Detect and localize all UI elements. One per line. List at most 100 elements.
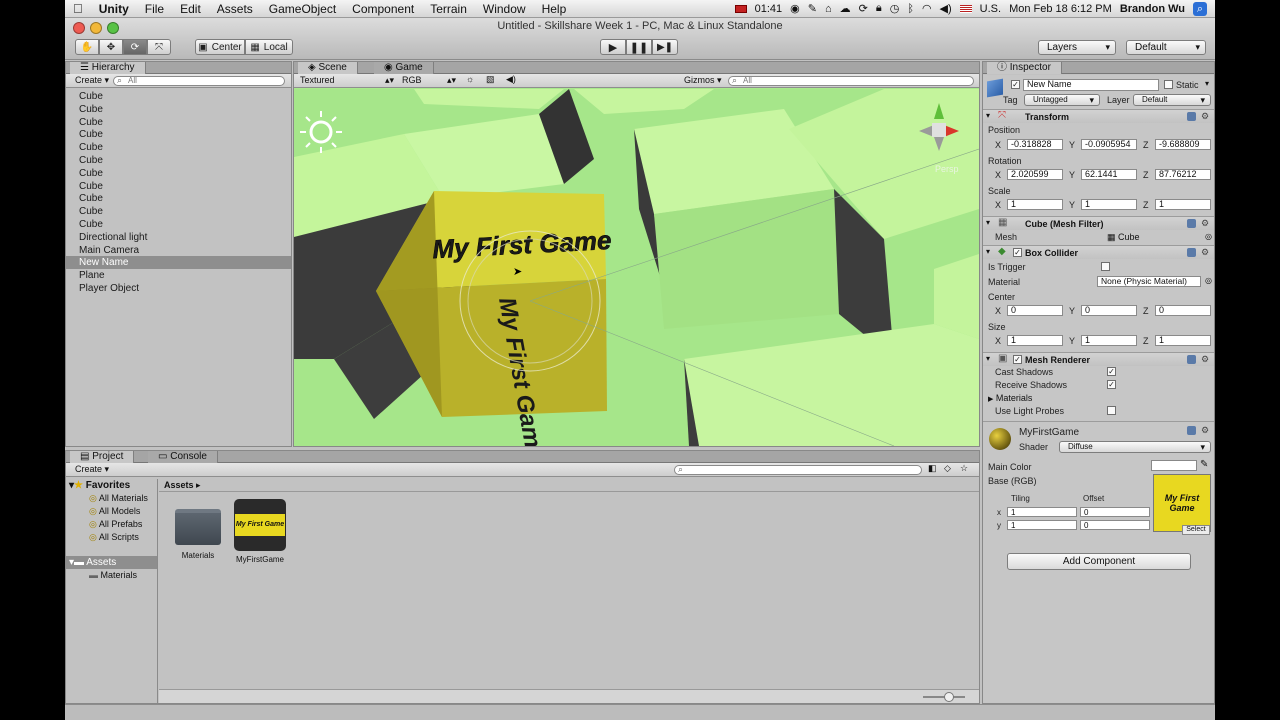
volume-icon[interactable]: ◀︎) [940, 2, 952, 15]
menu-help[interactable]: Help [534, 2, 575, 16]
gear-icon[interactable]: ⚙ [1201, 111, 1209, 122]
scale-y-field[interactable]: 1 [1081, 199, 1137, 210]
position-z-field[interactable]: -9.688809 [1155, 139, 1211, 150]
hierarchy-item[interactable]: Main Camera [66, 244, 291, 257]
hierarchy-item[interactable]: Cube [66, 167, 291, 180]
spotlight-icon[interactable]: ⌕ [1193, 1, 1207, 16]
home-icon[interactable]: ⌂ [825, 3, 832, 15]
input-locale[interactable]: U.S. [980, 3, 1001, 15]
tiling-y-field[interactable]: 1 [1007, 520, 1077, 530]
tab-console[interactable]: ▭ Console [148, 451, 218, 463]
help-icon[interactable] [1187, 248, 1196, 257]
rotate-tool-button[interactable]: ⟳ [123, 39, 147, 55]
scale-tool-button[interactable]: ⤧ [147, 39, 171, 55]
tiling-x-field[interactable]: 1 [1007, 507, 1077, 517]
filter-label-icon[interactable]: ◇ [944, 463, 951, 474]
project-search-input[interactable] [674, 465, 922, 475]
position-x-field[interactable]: -0.318828 [1007, 139, 1063, 150]
menu-gameobject[interactable]: GameObject [261, 2, 344, 16]
box-collider-enabled-checkbox[interactable]: ✓ [1013, 248, 1022, 257]
hand-tool-button[interactable]: ✋ [75, 39, 99, 55]
center-y-field[interactable]: 0 [1081, 305, 1137, 316]
pivot-local-button[interactable]: ▦ Local [245, 39, 293, 55]
fav-all-models[interactable]: ◎ All Models [89, 506, 140, 517]
hierarchy-item[interactable]: Cube [66, 218, 291, 231]
materials-foldout[interactable]: ▶ Materials [988, 393, 1032, 403]
save-search-icon[interactable]: ☆ [960, 463, 968, 474]
assets-materials-item[interactable]: ▬ Materials [89, 570, 137, 580]
hierarchy-search-input[interactable]: All [113, 76, 285, 86]
gear-icon[interactable]: ⚙ [1201, 354, 1209, 365]
main-color-swatch[interactable] [1151, 460, 1197, 471]
assets-root-item[interactable]: ▾▬ Assets [66, 556, 157, 569]
tab-scene[interactable]: ◈ Scene [298, 62, 358, 74]
transform-header[interactable]: ▾ ⤧ Transform ⚙ [983, 109, 1214, 123]
hierarchy-item[interactable]: Cube [66, 141, 291, 154]
offset-y-field[interactable]: 0 [1080, 520, 1150, 530]
hierarchy-item[interactable]: Cube [66, 205, 291, 218]
project-create-button[interactable]: Create ▾ [75, 464, 109, 475]
size-y-field[interactable]: 1 [1081, 335, 1137, 346]
sync-icon[interactable]: ⟳ [859, 2, 868, 15]
hierarchy-item[interactable]: Cube [66, 116, 291, 129]
hierarchy-item[interactable]: Cube [66, 180, 291, 193]
rotation-z-field[interactable]: 87.76212 [1155, 169, 1211, 180]
help-icon[interactable] [1187, 112, 1196, 121]
color-mode-dropdown[interactable]: RGB ▴▾ [402, 75, 456, 85]
layers-dropdown[interactable]: Layers [1038, 40, 1116, 55]
asset-myfirstgame-material[interactable]: My First Game MyFirstGame [232, 499, 288, 564]
mesh-value-field[interactable]: ▦ Cube [1107, 232, 1140, 243]
directional-light-icon[interactable] [309, 120, 333, 144]
center-x-field[interactable]: 0 [1007, 305, 1063, 316]
render-mode-dropdown[interactable]: Textured ▴▾ [300, 75, 394, 85]
menu-file[interactable]: File [137, 2, 172, 16]
pivot-center-button[interactable]: ▣ Center [195, 39, 245, 55]
hierarchy-item[interactable]: Cube [66, 128, 291, 141]
hierarchy-item[interactable]: Cube [66, 192, 291, 205]
collider-material-field[interactable]: None (Physic Material) [1097, 276, 1201, 287]
audio-toggle-icon[interactable]: ◀︎) [506, 74, 516, 85]
cast-shadows-checkbox[interactable]: ✓ [1107, 367, 1116, 376]
lock-icon[interactable]: 🔒︎ [876, 2, 882, 15]
hierarchy-item[interactable]: Cube [66, 154, 291, 167]
tab-inspector[interactable]: ⓘ Inspector [987, 62, 1062, 74]
menu-user[interactable]: Brandon Wu [1120, 3, 1185, 15]
tab-game[interactable]: ◉ Game [374, 62, 434, 74]
hierarchy-item[interactable]: Directional light [66, 231, 291, 244]
hierarchy-item[interactable]: Cube [66, 90, 291, 103]
object-name-field[interactable]: New Name [1023, 79, 1159, 91]
gear-icon[interactable]: ⚙ [1201, 247, 1209, 258]
menu-edit[interactable]: Edit [172, 2, 209, 16]
wifi-icon[interactable]: ◠ [922, 2, 932, 15]
position-y-field[interactable]: -0.0905954 [1081, 139, 1137, 150]
hierarchy-item[interactable]: Player Object [66, 282, 291, 295]
add-component-button[interactable]: Add Component [1007, 553, 1191, 570]
box-collider-header[interactable]: ▾ ◆ ✓ Box Collider ⚙ [983, 245, 1214, 259]
rotation-x-field[interactable]: 2.020599 [1007, 169, 1063, 180]
texture-slot[interactable]: My First Game [1153, 474, 1211, 532]
bluetooth-icon[interactable]: ᛒ [907, 3, 914, 15]
filter-type-icon[interactable]: ◧ [928, 463, 937, 474]
fav-all-scripts[interactable]: ◎ All Scripts [89, 532, 139, 543]
help-icon[interactable] [1187, 219, 1196, 228]
receive-shadows-checkbox[interactable]: ✓ [1107, 380, 1116, 389]
fav-all-prefabs[interactable]: ◎ All Prefabs [89, 519, 142, 530]
tab-project[interactable]: ▤ Project [70, 451, 135, 463]
layer-dropdown[interactable]: Default [1133, 94, 1211, 106]
flag-icon[interactable] [959, 4, 972, 13]
scale-z-field[interactable]: 1 [1155, 199, 1211, 210]
rotation-y-field[interactable]: 62.1441 [1081, 169, 1137, 180]
skype-icon[interactable]: ◉ [790, 2, 800, 15]
slider-knob[interactable] [944, 692, 954, 702]
skybox-toggle-icon[interactable]: ▧ [486, 74, 495, 85]
offset-x-field[interactable]: 0 [1080, 507, 1150, 517]
active-checkbox[interactable]: ✓ [1011, 80, 1020, 89]
size-x-field[interactable]: 1 [1007, 335, 1063, 346]
menu-assets[interactable]: Assets [209, 2, 261, 16]
mesh-renderer-enabled-checkbox[interactable]: ✓ [1013, 355, 1022, 364]
hierarchy-item[interactable]: Plane [66, 269, 291, 282]
step-button[interactable]: ▶❚ [652, 39, 678, 55]
mesh-filter-header[interactable]: ▾ ▦ Cube (Mesh Filter) ⚙ [983, 216, 1214, 230]
is-trigger-checkbox[interactable] [1101, 262, 1110, 271]
menu-terrain[interactable]: Terrain [422, 2, 475, 16]
